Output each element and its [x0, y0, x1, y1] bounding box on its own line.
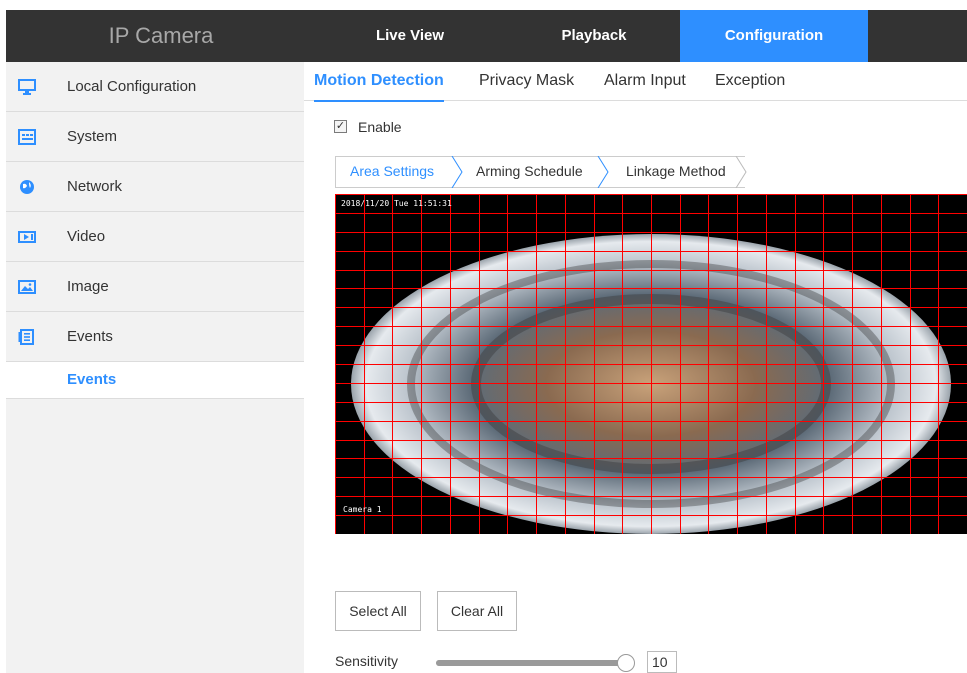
sidebar-item-label: Events	[67, 328, 113, 345]
sidebar-item-video[interactable]: Video	[6, 212, 304, 262]
step-area-settings[interactable]: Area Settings	[350, 156, 434, 188]
video-preview[interactable]: 2018/11/20 Tue 11:51:31 Camera 1	[335, 194, 967, 534]
video-camera-label: Camera 1	[343, 505, 382, 514]
sidebar-item-local-configuration[interactable]: Local Configuration	[6, 62, 304, 112]
motion-area-grid[interactable]: 2018/11/20 Tue 11:51:31 Camera 1	[335, 194, 967, 534]
step-linkage-method[interactable]: Linkage Method	[626, 156, 726, 188]
nav-configuration[interactable]: Configuration	[680, 10, 868, 62]
events-icon	[18, 329, 34, 345]
enable-label: Enable	[358, 119, 402, 135]
nav-playback[interactable]: Playback	[512, 10, 676, 62]
sensitivity-input[interactable]: 10	[647, 651, 677, 673]
sidebar-item-label: Network	[67, 178, 123, 195]
sensitivity-slider-fill	[436, 660, 626, 666]
brand-title: IP Camera	[108, 23, 214, 48]
sidebar-subitem-label: Events	[67, 371, 117, 388]
sidebar-subitem-events[interactable]: Events	[6, 362, 304, 399]
step-tabs: Area Settings Arming Schedule Linkage Me…	[335, 156, 967, 188]
chevron-right-icon	[451, 156, 463, 188]
video-timestamp: 2018/11/20 Tue 11:51:31	[341, 199, 452, 208]
tab-motion-detection[interactable]: Motion Detection	[314, 62, 444, 102]
sidebar-item-label: Local Configuration	[67, 78, 197, 95]
select-all-button[interactable]: Select All	[335, 591, 421, 631]
chevron-right-icon	[597, 156, 609, 188]
sidebar-item-system[interactable]: System	[6, 112, 304, 162]
sidebar-item-label: Video	[67, 228, 106, 245]
tab-exception[interactable]: Exception	[715, 62, 785, 101]
sidebar-item-image[interactable]: Image	[6, 262, 304, 312]
enable-checkbox[interactable]: ✓	[334, 120, 347, 133]
chevron-right-icon	[735, 156, 747, 188]
sidebar-item-label: System	[67, 128, 118, 145]
monitor-icon	[18, 79, 36, 95]
nav-live-view[interactable]: Live View	[328, 10, 492, 62]
config-tabs: Motion Detection Privacy Mask Alarm Inpu…	[304, 62, 967, 102]
sidebar: Local Configuration System Network Video	[6, 62, 304, 673]
tab-alarm-input[interactable]: Alarm Input	[604, 62, 686, 101]
system-icon	[18, 129, 36, 145]
sidebar-item-events[interactable]: Events	[6, 312, 304, 362]
clear-all-button[interactable]: Clear All	[437, 591, 517, 631]
step-arming-schedule[interactable]: Arming Schedule	[476, 156, 583, 188]
image-icon	[18, 280, 36, 294]
sidebar-item-label: Image	[67, 278, 109, 295]
globe-icon	[20, 180, 34, 194]
sensitivity-label: Sensitivity	[335, 653, 399, 669]
video-icon	[18, 231, 36, 243]
sidebar-item-network[interactable]: Network	[6, 162, 304, 212]
tab-privacy-mask[interactable]: Privacy Mask	[479, 62, 574, 101]
top-nav-bar: IP Camera Live View Playback Configurati…	[6, 10, 967, 62]
sensitivity-slider[interactable]	[436, 660, 626, 666]
sensitivity-slider-handle[interactable]	[617, 654, 635, 672]
